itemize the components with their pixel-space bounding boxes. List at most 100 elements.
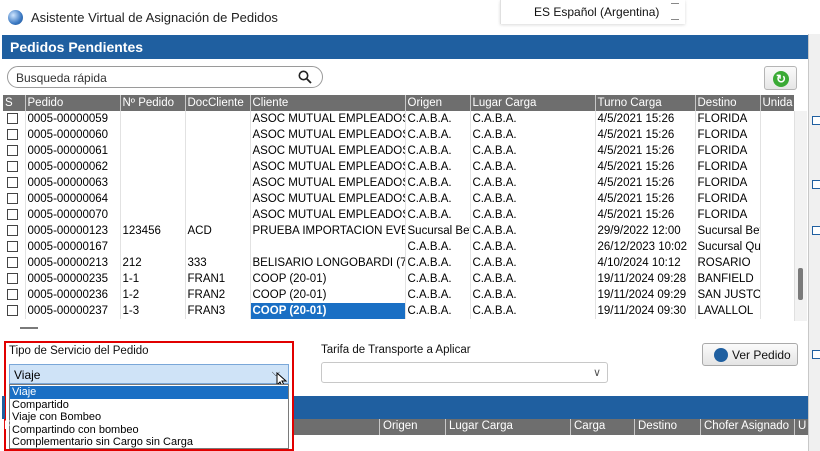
table-cell[interactable]: [120, 111, 186, 127]
column-header[interactable]: Destino: [695, 95, 761, 111]
table-cell[interactable]: [120, 127, 186, 143]
table-cell[interactable]: [760, 287, 794, 303]
ver-pedido-button[interactable]: Ver Pedido: [702, 343, 798, 366]
table-cell[interactable]: C.A.B.A.: [470, 159, 596, 175]
table-cell[interactable]: Sucursal Beta: [695, 223, 761, 239]
table-cell[interactable]: COOP (20-01): [250, 271, 406, 287]
table-cell[interactable]: 4/5/2021 15:26: [595, 143, 696, 159]
row-select-cell[interactable]: [3, 159, 26, 175]
table-cell[interactable]: C.A.B.A.: [470, 127, 596, 143]
table-cell[interactable]: [760, 207, 794, 223]
row-select-cell[interactable]: [3, 287, 26, 303]
table-row[interactable]: 0005-00000064ASOC MUTUAL EMPLEADOS deC.A…: [3, 191, 794, 207]
column-header[interactable]: DocCliente: [185, 95, 251, 111]
horizontal-scrollbar-thumb[interactable]: [20, 327, 38, 329]
table-cell[interactable]: [760, 239, 794, 255]
table-cell[interactable]: FLORIDA: [695, 175, 761, 191]
table-cell[interactable]: COOP (20-01): [250, 287, 406, 303]
table-row[interactable]: 0005-00000213 212 333 BELISARIO LONGOBARDI …: [3, 255, 794, 271]
row-checkbox[interactable]: [7, 305, 18, 317]
table-cell[interactable]: 0005-00000167: [25, 239, 121, 255]
lower-column-header[interactable]: Lugar Carga: [449, 420, 513, 432]
lower-column-header[interactable]: Chofer Asignado: [704, 420, 789, 432]
row-checkbox[interactable]: [7, 225, 18, 237]
table-cell[interactable]: SAN JUSTO: [695, 287, 761, 303]
table-cell[interactable]: Sucursal Beta: [405, 223, 471, 239]
row-checkbox[interactable]: [7, 129, 18, 141]
table-cell[interactable]: C.A.B.A.: [405, 111, 471, 127]
table-cell[interactable]: [185, 191, 251, 207]
table-cell[interactable]: FRAN2: [185, 287, 251, 303]
grip-icon[interactable]: [671, 3, 679, 20]
row-checkbox[interactable]: [7, 161, 18, 173]
row-select-cell[interactable]: [3, 111, 26, 127]
table-cell[interactable]: [120, 143, 186, 159]
lower-column-header[interactable]: F: [4, 420, 11, 432]
table-cell[interactable]: C.A.B.A.: [405, 159, 471, 175]
table-cell[interactable]: [760, 271, 794, 287]
table-cell[interactable]: 1-1: [120, 271, 186, 287]
table-cell[interactable]: 19/11/2024 09:30: [595, 303, 696, 319]
table-cell[interactable]: 4/5/2021 15:26: [595, 159, 696, 175]
table-cell[interactable]: C.A.B.A.: [470, 271, 596, 287]
column-header[interactable]: Pedido: [25, 95, 121, 111]
table-cell[interactable]: C.A.B.A.: [470, 303, 596, 319]
table-cell[interactable]: C.A.B.A.: [470, 175, 596, 191]
table-cell[interactable]: [760, 143, 794, 159]
table-cell[interactable]: [120, 207, 186, 223]
table-cell[interactable]: ASOC MUTUAL EMPLEADOS de: [250, 111, 406, 127]
table-cell[interactable]: 0005-00000062: [25, 159, 121, 175]
table-cell[interactable]: COOP (20-01): [250, 303, 406, 319]
table-cell[interactable]: 333: [185, 255, 251, 271]
vertical-scrollbar[interactable]: [794, 111, 807, 321]
table-cell[interactable]: 0005-00000213: [25, 255, 121, 271]
lower-column-header[interactable]: U: [798, 420, 806, 432]
column-header[interactable]: Cliente: [250, 95, 406, 111]
table-cell[interactable]: C.A.B.A.: [470, 207, 596, 223]
table-row[interactable]: 0005-00000059ASOC MUTUAL EMPLEADOS deC.A…: [3, 111, 794, 127]
checkbox-icon[interactable]: [812, 226, 820, 235]
table-cell[interactable]: [760, 175, 794, 191]
column-header[interactable]: Lugar Carga: [470, 95, 596, 111]
column-header[interactable]: Unida: [760, 95, 794, 111]
table-cell[interactable]: [185, 175, 251, 191]
table-cell[interactable]: 1-2: [120, 287, 186, 303]
scrollbar-thumb[interactable]: [798, 268, 803, 300]
table-cell[interactable]: C.A.B.A.: [470, 143, 596, 159]
table-cell[interactable]: C.A.B.A.: [405, 303, 471, 319]
table-cell[interactable]: [760, 255, 794, 271]
table-cell[interactable]: BANFIELD: [695, 271, 761, 287]
table-cell[interactable]: 0005-00000123: [25, 223, 121, 239]
table-cell[interactable]: C.A.B.A.: [405, 175, 471, 191]
table-cell[interactable]: [250, 239, 406, 255]
table-cell[interactable]: ACD: [185, 223, 251, 239]
table-cell[interactable]: C.A.B.A.: [405, 127, 471, 143]
table-row[interactable]: 0005-00000167 C.A.B.A. C.A.B.A. 26/12/2023 …: [3, 239, 794, 255]
checkbox-icon[interactable]: [812, 350, 820, 359]
table-cell[interactable]: 1-3: [120, 303, 186, 319]
row-select-cell[interactable]: [3, 127, 26, 143]
column-header[interactable]: S: [3, 95, 26, 111]
table-cell[interactable]: FLORIDA: [695, 143, 761, 159]
table-cell[interactable]: ASOC MUTUAL EMPLEADOS de: [250, 191, 406, 207]
table-cell[interactable]: 0005-00000064: [25, 191, 121, 207]
table-cell[interactable]: ASOC MUTUAL EMPLEADOS de: [250, 207, 406, 223]
table-cell[interactable]: 0005-00000060: [25, 127, 121, 143]
table-cell[interactable]: C.A.B.A.: [470, 223, 596, 239]
chevron-down-icon[interactable]: ∨: [593, 366, 601, 379]
table-row[interactable]: 0005-00000062ASOC MUTUAL EMPLEADOS deC.A…: [3, 159, 794, 175]
table-cell[interactable]: [185, 207, 251, 223]
column-header[interactable]: Turno Carga: [595, 95, 696, 111]
table-cell[interactable]: FLORIDA: [695, 207, 761, 223]
row-checkbox[interactable]: [7, 177, 18, 189]
table-cell[interactable]: 0005-00000235: [25, 271, 121, 287]
table-cell[interactable]: BELISARIO LONGOBARDI (7-01): [250, 255, 406, 271]
column-header[interactable]: Origen: [405, 95, 471, 111]
table-cell[interactable]: [185, 111, 251, 127]
row-checkbox[interactable]: [7, 193, 18, 205]
table-row[interactable]: 0005-00000061ASOC MUTUAL EMPLEADOS deC.A…: [3, 143, 794, 159]
language-indicator[interactable]: ES Español (Argentina): [500, 0, 685, 24]
table-cell[interactable]: C.A.B.A.: [470, 111, 596, 127]
table-cell[interactable]: 4/5/2021 15:26: [595, 191, 696, 207]
search-icon[interactable]: [298, 70, 312, 84]
